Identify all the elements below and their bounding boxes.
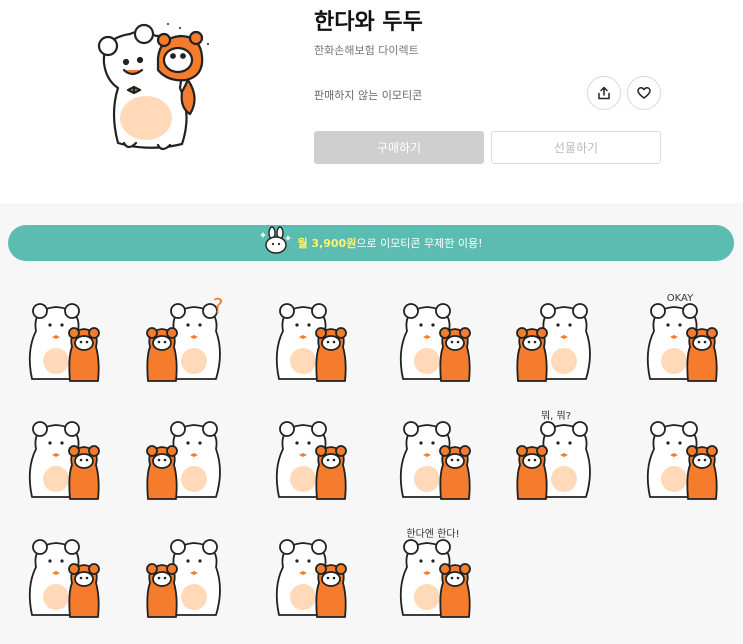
like-button[interactable] [627, 76, 661, 110]
sticker-thumbnail[interactable] [259, 291, 359, 387]
sticker-caption: 뭐, 뭐? [541, 410, 571, 422]
heart-icon [637, 87, 651, 99]
gift-button[interactable]: 선물하기 [491, 131, 661, 164]
sticker-thumbnail[interactable] [136, 409, 236, 505]
product-title: 한다와 두두 [314, 10, 423, 35]
sticker-thumbnail[interactable]: 뭐, 뭐? [506, 409, 606, 505]
sticker-thumbnail[interactable]: OKAY [630, 291, 730, 387]
banner-price: 월 3,900원 [297, 237, 357, 250]
sticker-list-area: 월 3,900원 으로 이모티콘 무제한 이용! ? OKAY 뭐, 뭐? 한다엔 한… [0, 203, 743, 644]
sticker-thumbnail[interactable] [136, 527, 236, 623]
bunny-mascot-icon [260, 226, 292, 254]
cover-sticker-image [97, 23, 209, 151]
sticker-thumbnail[interactable] [506, 291, 606, 387]
sticker-thumbnail[interactable] [259, 527, 359, 623]
product-header: 한다와 두두 한화손해보험 다이렉트 판매하지 않는 이모티콘 구매하기 선물하… [0, 0, 743, 203]
sticker-thumbnail[interactable] [12, 409, 112, 505]
sale-status-text: 판매하지 않는 이모티콘 [314, 89, 423, 102]
buy-button[interactable]: 구매하기 [314, 131, 484, 164]
subscription-banner[interactable]: 월 3,900원 으로 이모티콘 무제한 이용! [8, 225, 734, 261]
banner-text: 으로 이모티콘 무제한 이용! [356, 237, 483, 250]
sticker-thumbnail[interactable] [383, 291, 483, 387]
sticker-caption: ? [212, 294, 223, 318]
sticker-thumbnail[interactable] [12, 527, 112, 623]
share-icon [598, 86, 610, 100]
sticker-thumbnail[interactable] [12, 291, 112, 387]
author-name[interactable]: 한화손해보험 다이렉트 [314, 42, 419, 58]
sticker-caption: 한다엔 한다! [406, 528, 459, 540]
sticker-caption: OKAY [666, 293, 693, 304]
sticker-thumbnail[interactable]: ? [136, 291, 236, 387]
share-button[interactable] [587, 76, 621, 110]
sticker-thumbnail[interactable]: 한다엔 한다! [383, 527, 483, 623]
sticker-thumbnail[interactable] [630, 409, 730, 505]
sticker-thumbnail[interactable] [383, 409, 483, 505]
sticker-thumbnail[interactable] [259, 409, 359, 505]
